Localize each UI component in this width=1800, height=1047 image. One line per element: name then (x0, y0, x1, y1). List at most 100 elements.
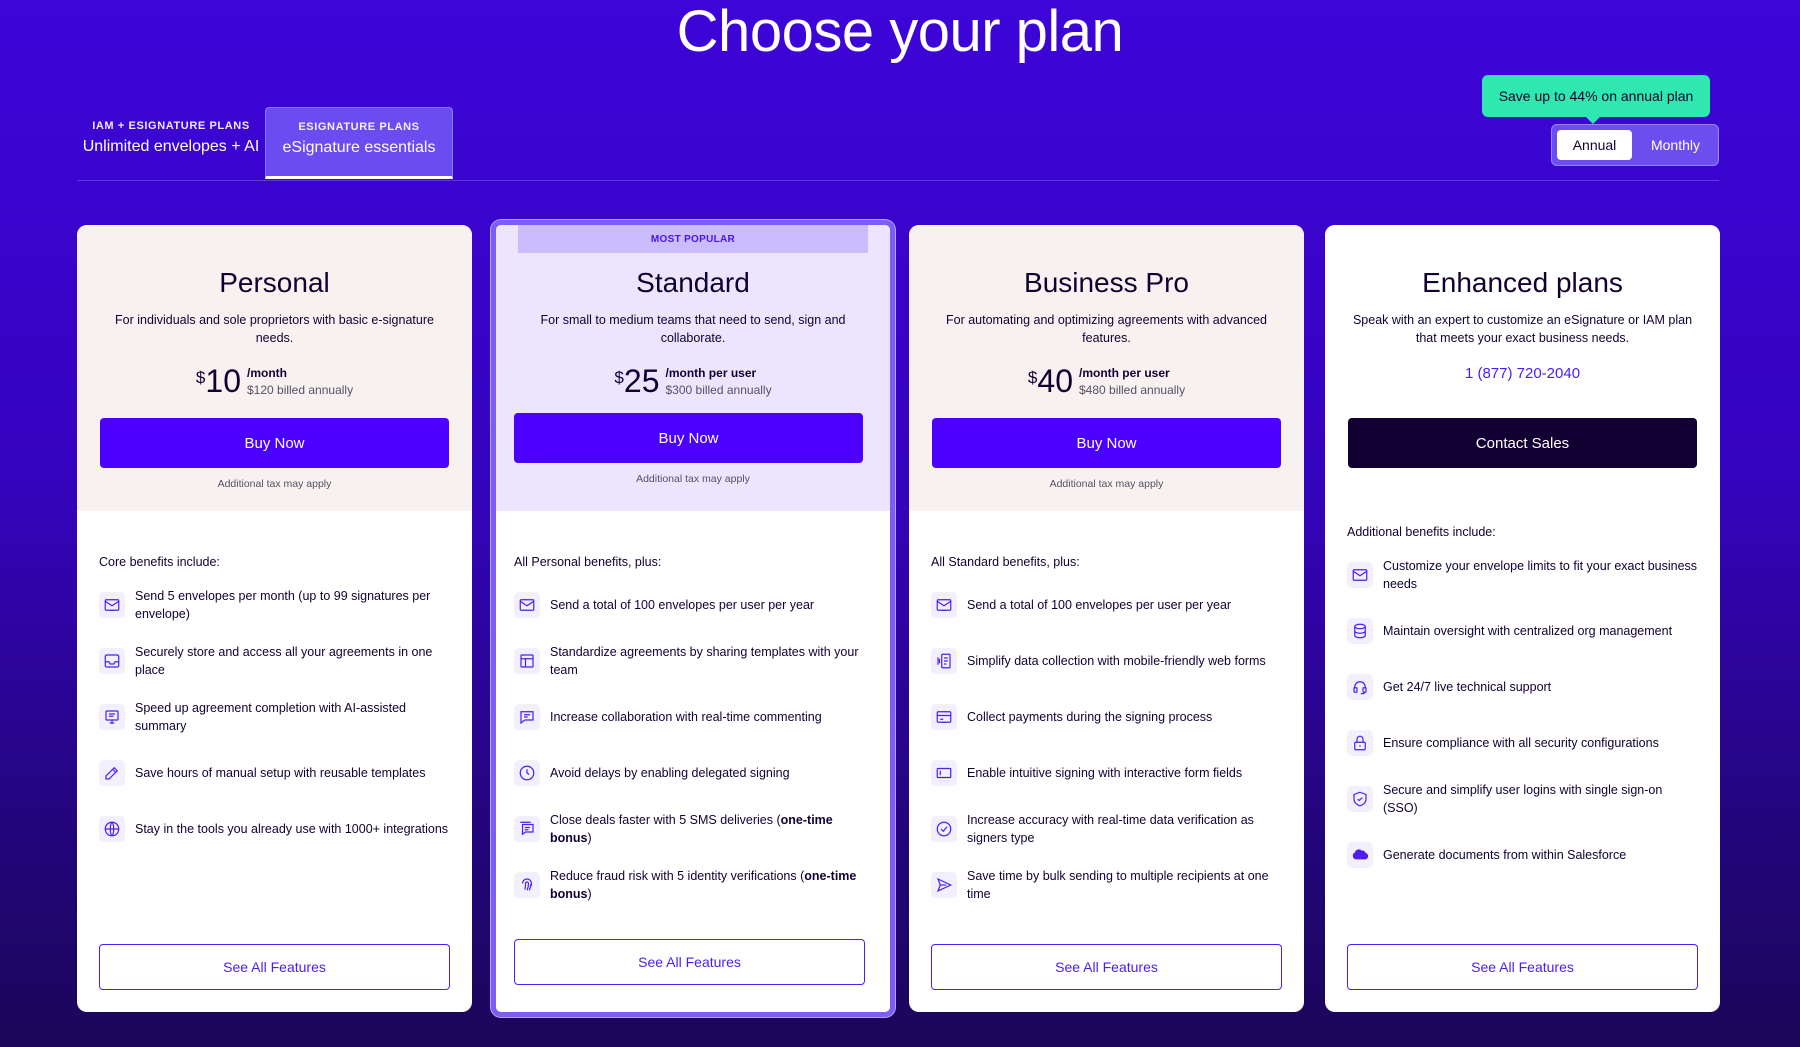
benefit-item: Enable intuitive signing with interactiv… (931, 755, 1282, 791)
annual-option[interactable]: Annual (1557, 130, 1632, 160)
plan-card-header: Business Pro For automating and optimizi… (909, 225, 1304, 511)
price: $25 (614, 363, 659, 399)
tab-iam-plans[interactable]: IAM + ESIGNATURE PLANS Unlimited envelop… (77, 107, 265, 179)
benefits-intro: All Standard benefits, plus: (931, 555, 1080, 569)
plan-card-header: MOST POPULAR Standard For small to mediu… (496, 225, 890, 511)
bonus-label: one-time bonus (550, 869, 857, 901)
buy-now-button[interactable]: Buy Now (932, 418, 1281, 468)
price-unit: /month per user (665, 366, 757, 380)
contact-sales-button[interactable]: Contact Sales (1348, 418, 1697, 468)
benefit-item: Close deals faster with 5 SMS deliveries… (514, 811, 872, 847)
plan-description: Speak with an expert to customize an eSi… (1352, 313, 1693, 345)
template-icon (514, 648, 540, 674)
benefit-item: Save time by bulk sending to multiple re… (931, 867, 1282, 903)
tab-sublabel: IAM + ESIGNATURE PLANS (92, 120, 250, 132)
benefit-text: Close deals faster with 5 SMS deliveries… (550, 813, 833, 845)
benefit-text: Maintain oversight with centralized org … (1383, 624, 1673, 638)
salesforce-icon (1347, 842, 1373, 868)
price-amount: 25 (623, 363, 660, 399)
benefit-text: Generate documents from within Salesforc… (1383, 848, 1627, 862)
currency-symbol: $ (614, 368, 624, 387)
benefits-intro: Core benefits include: (99, 555, 220, 569)
annual-billing-note: $300 billed annually (665, 383, 772, 397)
benefit-item: Increase accuracy with real-time data ve… (931, 811, 1282, 847)
benefit-text: Save hours of manual setup with reusable… (135, 766, 426, 780)
plan-description: For automating and optimizing agreements… (945, 313, 1267, 345)
plan-name: Enhanced plans (1422, 267, 1623, 298)
benefit-text: Reduce fraud risk with 5 identity verifi… (550, 869, 857, 901)
price-amount: 10 (205, 363, 241, 399)
envelope-icon (931, 592, 957, 618)
tab-esignature-plans[interactable]: ESIGNATURE PLANS eSignature essentials (265, 107, 453, 179)
benefit-item: Collect payments during the signing proc… (931, 699, 1282, 735)
benefit-item: Send a total of 100 envelopes per user p… (931, 587, 1282, 623)
benefit-text: Send a total of 100 envelopes per user p… (967, 598, 1232, 612)
benefit-item: Simplify data collection with mobile-fri… (931, 643, 1282, 679)
benefit-item: Send a total of 100 envelopes per user p… (514, 587, 872, 623)
price-row: $40 /month per user $480 billed annually (931, 363, 1282, 399)
benefits-intro: Additional benefits include: (1347, 525, 1496, 539)
billing-period-toggle: Annual Monthly (1551, 124, 1719, 166)
benefit-item: Customize your envelope limits to fit yo… (1347, 557, 1698, 593)
benefit-item: Increase collaboration with real-time co… (514, 699, 872, 735)
currency-symbol: $ (1027, 368, 1038, 387)
see-all-features-button[interactable]: See All Features (99, 944, 450, 990)
see-all-features-button[interactable]: See All Features (1347, 944, 1698, 990)
plan-card-business-pro: Business Pro For automating and optimizi… (909, 225, 1304, 1012)
plan-name: Standard (636, 267, 750, 298)
price: $40 (1028, 363, 1073, 399)
plan-name: Business Pro (1024, 267, 1189, 298)
plan-name: Personal (219, 267, 330, 298)
plan-tabs: IAM + ESIGNATURE PLANS Unlimited envelop… (77, 107, 453, 179)
bonus-label: one-time bonus (550, 813, 833, 845)
currency-symbol: $ (195, 368, 206, 387)
plan-description: For small to medium teams that need to s… (540, 313, 846, 345)
benefit-text: Customize your envelope limits to fit yo… (1383, 559, 1698, 591)
benefit-item: Secure and simplify user logins with sin… (1347, 781, 1698, 817)
card-icon (931, 704, 957, 730)
database-icon (1347, 618, 1373, 644)
buy-now-button[interactable]: Buy Now (514, 413, 863, 463)
tab-sublabel: ESIGNATURE PLANS (298, 121, 420, 133)
benefit-text: Get 24/7 live technical support (1383, 680, 1552, 694)
buy-now-button[interactable]: Buy Now (100, 418, 449, 468)
benefit-text: Securely store and access all your agree… (135, 645, 433, 677)
plan-card-personal: Personal For individuals and sole propri… (77, 225, 472, 1012)
benefit-item: Maintain oversight with centralized org … (1347, 613, 1698, 649)
benefit-item: Securely store and access all your agree… (99, 643, 450, 679)
price-row: $25 /month per user $300 billed annually (518, 363, 868, 399)
tab-divider (77, 180, 1719, 181)
tab-label: eSignature essentials (282, 139, 436, 156)
annual-savings-tooltip: Save up to 44% on annual plan (1482, 75, 1710, 124)
monthly-option[interactable]: Monthly (1638, 130, 1713, 160)
benefits-list: Additional benefits include: Customize y… (1325, 511, 1720, 873)
envelope-icon (514, 592, 540, 618)
benefit-item: Speed up agreement completion with AI-as… (99, 699, 450, 735)
see-all-features-button[interactable]: See All Features (931, 944, 1282, 990)
tax-note: Additional tax may apply (217, 478, 332, 490)
sales-phone-link[interactable]: 1 (877) 720-2040 (1465, 365, 1580, 382)
page-title: Choose your plan (676, 0, 1124, 64)
benefit-item: Get 24/7 live technical support (1347, 669, 1698, 705)
price: $10 (196, 363, 241, 399)
benefits-list: All Standard benefits, plus: Send a tota… (909, 511, 1304, 903)
benefit-item: Save hours of manual setup with reusable… (99, 755, 450, 791)
sms-icon (514, 816, 540, 842)
benefit-text: Send a total of 100 envelopes per user p… (550, 598, 815, 612)
globe-icon (99, 816, 125, 842)
send-icon (931, 872, 957, 898)
benefit-text: Increase accuracy with real-time data ve… (967, 813, 1254, 845)
benefit-item: Standardize agreements by sharing templa… (514, 643, 872, 679)
plan-card-enhanced: Enhanced plans Speak with an expert to c… (1325, 225, 1720, 1012)
price-unit: /month (246, 366, 287, 380)
headset-icon (1347, 674, 1373, 700)
benefit-text: Simplify data collection with mobile-fri… (967, 654, 1266, 668)
benefit-text: Ensure compliance with all security conf… (1383, 736, 1659, 750)
benefit-item: Reduce fraud risk with 5 identity verifi… (514, 867, 872, 903)
benefit-item: Stay in the tools you already use with 1… (99, 811, 450, 847)
plan-card-header: Personal For individuals and sole propri… (77, 225, 472, 511)
comment-icon (514, 704, 540, 730)
summary-icon (99, 704, 125, 730)
see-all-features-button[interactable]: See All Features (514, 939, 865, 985)
benefit-text: Stay in the tools you already use with 1… (135, 822, 449, 836)
